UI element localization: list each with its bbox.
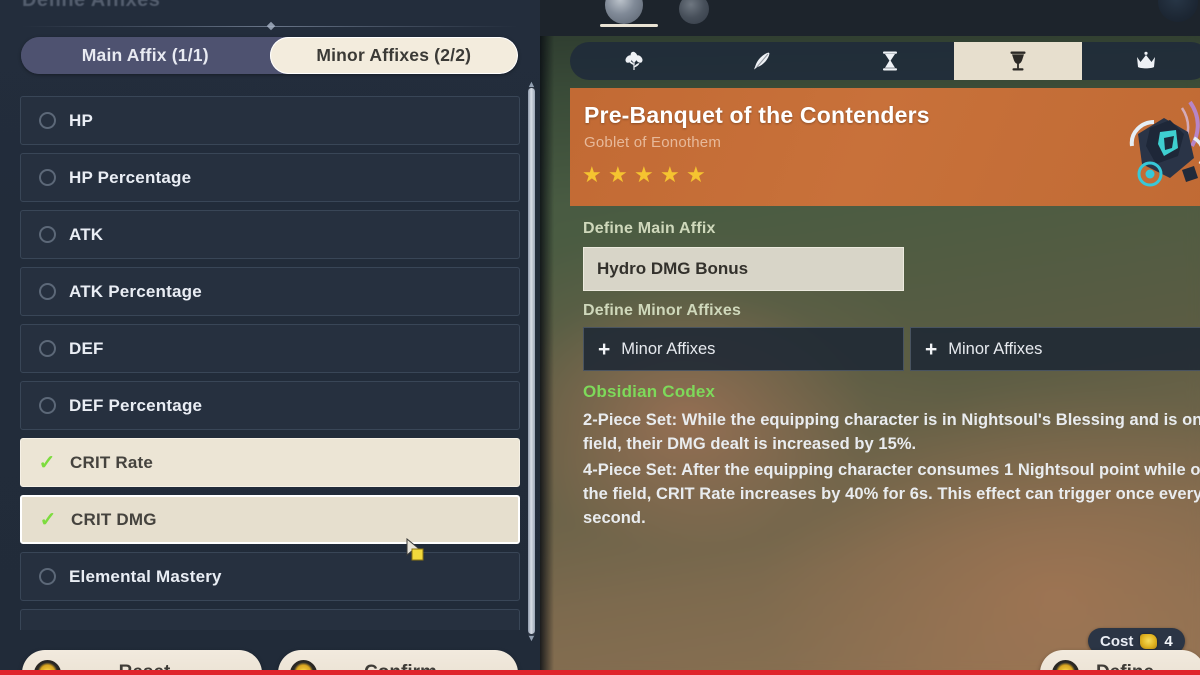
radio-unchecked-icon[interactable] (39, 169, 56, 186)
minor-affix-slot-2[interactable]: + Minor Affixes (910, 327, 1200, 371)
checkmark-icon: ✓ (38, 451, 56, 474)
affix-row-hp[interactable]: HP (20, 96, 520, 145)
affix-row-next-partial[interactable] (20, 609, 520, 630)
slot-tab-circlet-of-logos[interactable] (1082, 42, 1200, 80)
character-tab-strip (540, 0, 1200, 36)
radio-unchecked-icon[interactable] (39, 226, 56, 243)
radio-unchecked-icon[interactable] (39, 397, 56, 414)
feather-icon (754, 52, 770, 70)
checkmark-icon: ✓ (39, 508, 57, 531)
minor-affix-slot-1[interactable]: + Minor Affixes (583, 327, 904, 371)
character-avatar (605, 0, 643, 24)
crown-icon (1137, 51, 1155, 69)
affix-tab-group: Main Affix (1/1) Minor Affixes (2/2) (21, 37, 518, 74)
scroll-down-arrow-icon[interactable]: ▼ (527, 634, 536, 643)
panel-divider-diamond-icon (266, 21, 276, 31)
affix-selection-panel: Define Affixes Main Affix (1/1) Minor Af… (0, 0, 540, 675)
tab-minor-affixes[interactable]: Minor Affixes (2/2) (269, 37, 518, 74)
affix-row-label: ATK Percentage (69, 281, 202, 301)
character-avatar (679, 0, 709, 24)
plus-icon: + (598, 337, 611, 361)
define-main-affix-label: Define Main Affix (583, 220, 716, 237)
radio-unchecked-icon[interactable] (39, 283, 56, 300)
affix-row-elemental-mastery[interactable]: Elemental Mastery (20, 552, 520, 601)
currency-icon (1140, 633, 1158, 649)
affix-row-crit-rate[interactable]: ✓ CRIT Rate (20, 438, 520, 487)
slot-tab-plume-of-death[interactable] (698, 42, 826, 80)
affix-row-label: HP (69, 110, 94, 130)
slot-tab-flower-of-life[interactable] (570, 42, 698, 80)
character-tab-1[interactable] (600, 0, 648, 24)
artifact-slot-tab-bar (570, 42, 1200, 80)
artifact-define-screen: Define Affixes Main Affix (1/1) Minor Af… (0, 0, 1200, 675)
affix-row-atk-percentage[interactable]: ATK Percentage (20, 267, 520, 316)
panel-title: Define Affixes (22, 0, 161, 11)
minor-affix-slot-label: Minor Affixes (948, 339, 1043, 358)
affix-row-atk[interactable]: ATK (20, 210, 520, 259)
cost-value: 4 (1164, 632, 1173, 650)
affix-row-def-percentage[interactable]: DEF Percentage (20, 381, 520, 430)
affix-row-label: DEF (69, 338, 104, 358)
star-icon: ★ (634, 162, 654, 187)
affix-row-hp-percentage[interactable]: HP Percentage (20, 153, 520, 202)
set-bonus-2piece-text: 2-Piece Set: While the equipping charact… (583, 411, 1200, 453)
bottom-red-strip (0, 670, 1200, 675)
minor-affix-slot-label: Minor Affixes (621, 339, 716, 358)
character-tab-2[interactable] (670, 0, 718, 24)
character-tab-overflow-icon[interactable] (1158, 0, 1198, 22)
slot-tab-sands-of-eon[interactable] (826, 42, 954, 80)
radio-unchecked-icon[interactable] (39, 568, 56, 585)
active-character-tab-underline (600, 24, 658, 27)
main-affix-value: Hydro DMG Bonus (597, 259, 749, 278)
affix-row-label: Elemental Mastery (69, 566, 222, 586)
affix-option-list[interactable]: HP HP Percentage ATK ATK Percentage DEF (20, 96, 520, 630)
affix-row-label: ATK (69, 224, 104, 244)
set-bonus-4piece-text: 4-Piece Set: After the equipping charact… (583, 461, 1200, 527)
affix-row-crit-dmg[interactable]: ✓ CRIT DMG (20, 495, 520, 544)
affix-row-label: CRIT DMG (71, 509, 157, 529)
main-affix-value-box[interactable]: Hydro DMG Bonus (583, 247, 904, 291)
tab-minor-affixes-label: Minor Affixes (2/2) (316, 45, 472, 65)
affix-row-label: HP Percentage (69, 167, 192, 187)
radio-unchecked-icon[interactable] (39, 340, 56, 357)
star-icon: ★ (608, 162, 628, 187)
artifact-goblet-image (1129, 100, 1200, 187)
artifact-slot-name: Goblet of Eonothem (584, 134, 722, 151)
artifact-name: Pre-Banquet of the Contenders (584, 102, 930, 128)
plus-icon: + (925, 337, 938, 361)
star-icon: ★ (660, 162, 680, 187)
mouse-cursor-icon (406, 538, 424, 561)
artifact-title-banner: Pre-Banquet of the Contenders Goblet of … (570, 88, 1200, 206)
goblet-icon (1010, 51, 1026, 71)
cost-label: Cost (1100, 632, 1134, 650)
artifact-rarity-stars: ★ ★ ★ ★ ★ (582, 162, 707, 187)
star-icon: ★ (686, 162, 706, 187)
affix-row-label: DEF Percentage (69, 395, 203, 415)
tab-main-affix[interactable]: Main Affix (1/1) (21, 37, 270, 74)
tab-main-affix-label: Main Affix (1/1) (81, 45, 209, 65)
scrollbar-thumb[interactable] (528, 88, 535, 634)
slot-tab-goblet-of-eonothem[interactable] (954, 42, 1082, 80)
affix-row-def[interactable]: DEF (20, 324, 520, 373)
hourglass-icon (883, 51, 897, 71)
artifact-set-name: Obsidian Codex (583, 382, 716, 401)
define-minor-affixes-label: Define Minor Affixes (583, 302, 742, 319)
affix-row-label: CRIT Rate (70, 452, 154, 472)
radio-unchecked-icon[interactable] (39, 112, 56, 129)
star-icon: ★ (582, 162, 602, 187)
flower-icon (625, 51, 643, 70)
